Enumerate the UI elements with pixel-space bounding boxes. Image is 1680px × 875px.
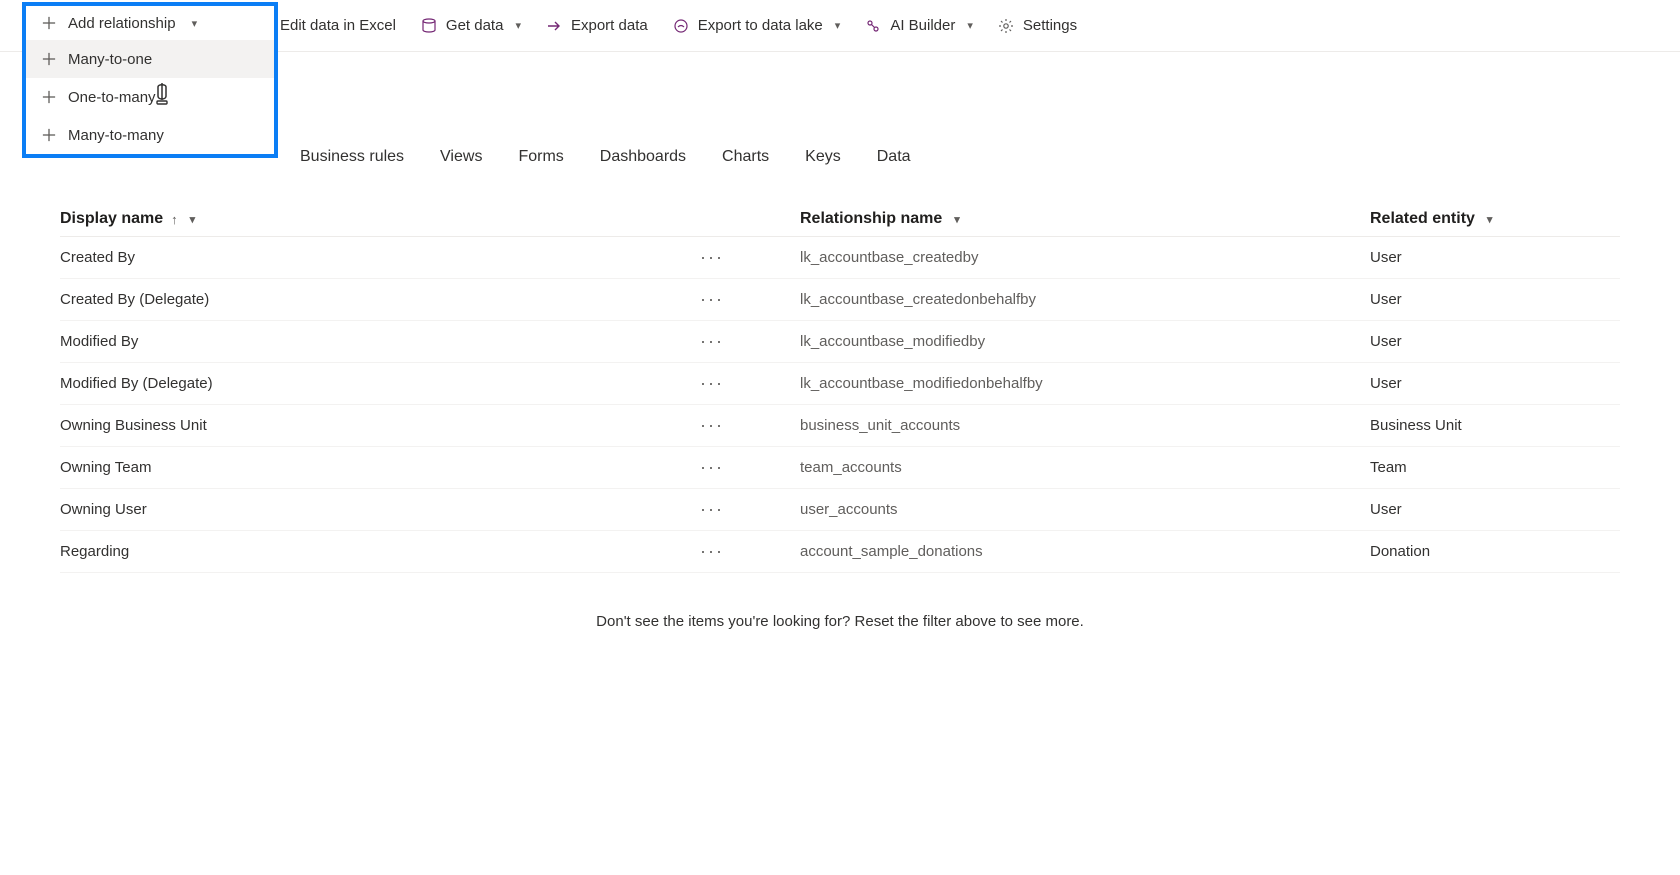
- cell-related-entity: Donation: [1370, 543, 1620, 560]
- cell-display-name: Owning User: [60, 501, 700, 518]
- tab-data[interactable]: Data: [877, 148, 911, 166]
- cell-related-entity: User: [1370, 291, 1620, 308]
- cell-related-entity: User: [1370, 375, 1620, 392]
- get-data-button[interactable]: Get data ▾: [408, 11, 533, 41]
- tab-keys[interactable]: Keys: [805, 148, 841, 166]
- cell-display-name: Owning Business Unit: [60, 417, 700, 434]
- table-row[interactable]: Modified By (Delegate)···lk_accountbase_…: [60, 363, 1620, 405]
- table-header: Display name ↑ ▾ Relationship name ▾ Rel…: [60, 202, 1620, 237]
- cell-display-name: Modified By: [60, 333, 700, 350]
- cell-display-name: Regarding: [60, 543, 700, 560]
- table-row[interactable]: Modified By···lk_accountbase_modifiedbyU…: [60, 321, 1620, 363]
- row-more-icon[interactable]: ···: [700, 373, 800, 394]
- dropdown-item-label: Many-to-one: [68, 51, 152, 68]
- add-relationship-label: Add relationship: [68, 15, 176, 32]
- sort-asc-icon: ↑: [171, 212, 178, 227]
- table-row[interactable]: Created By (Delegate)···lk_accountbase_c…: [60, 279, 1620, 321]
- row-more-icon[interactable]: ···: [700, 415, 800, 436]
- export-icon: [545, 17, 563, 35]
- dropdown-item-one-to-many[interactable]: One-to-many: [26, 78, 274, 116]
- column-header-display-name[interactable]: Display name ↑ ▾: [60, 210, 800, 228]
- chevron-down-icon: ▾: [1487, 213, 1493, 226]
- cell-related-entity: Team: [1370, 459, 1620, 476]
- relationships-table: Display name ↑ ▾ Relationship name ▾ Rel…: [0, 202, 1680, 670]
- export-lake-label: Export to data lake: [698, 17, 823, 34]
- row-more-icon[interactable]: ···: [700, 457, 800, 478]
- row-more-icon[interactable]: ···: [700, 247, 800, 268]
- column-header-related-entity[interactable]: Related entity ▾: [1370, 210, 1620, 228]
- gear-icon: [997, 17, 1015, 35]
- filter-reset-message: Don't see the items you're looking for? …: [60, 573, 1620, 670]
- cell-relationship-name: lk_accountbase_modifiedby: [800, 333, 1370, 350]
- ai-builder-button[interactable]: AI Builder ▾: [852, 11, 985, 41]
- cell-related-entity: Business Unit: [1370, 417, 1620, 434]
- add-relationship-button[interactable]: Add relationship ▾: [26, 6, 274, 40]
- chevron-down-icon: ▾: [190, 213, 196, 226]
- cell-relationship-name: lk_accountbase_modifiedonbehalfby: [800, 375, 1370, 392]
- cell-display-name: Created By: [60, 249, 700, 266]
- cell-related-entity: User: [1370, 501, 1620, 518]
- data-lake-icon: [672, 17, 690, 35]
- cell-relationship-name: team_accounts: [800, 459, 1370, 476]
- edit-excel-label: Edit data in Excel: [280, 17, 396, 34]
- chevron-down-icon: ▾: [192, 17, 198, 30]
- export-data-button[interactable]: Export data: [533, 11, 660, 41]
- header-label: Display name: [60, 210, 163, 228]
- table-row[interactable]: Owning Business Unit···business_unit_acc…: [60, 405, 1620, 447]
- chevron-down-icon: ▾: [954, 213, 960, 226]
- cell-display-name: Created By (Delegate): [60, 291, 700, 308]
- plus-icon: [40, 14, 58, 32]
- ai-builder-label: AI Builder: [890, 17, 955, 34]
- plus-icon: [40, 50, 58, 68]
- settings-label: Settings: [1023, 17, 1077, 34]
- tab-charts[interactable]: Charts: [722, 148, 769, 166]
- dropdown-item-label: One-to-many: [68, 89, 156, 106]
- dropdown-item-many-to-one[interactable]: Many-to-one: [26, 40, 274, 78]
- header-label: Relationship name: [800, 210, 942, 228]
- table-row[interactable]: Created By···lk_accountbase_createdbyUse…: [60, 237, 1620, 279]
- row-more-icon[interactable]: ···: [700, 541, 800, 562]
- dropdown-item-label: Many-to-many: [68, 127, 164, 144]
- cell-related-entity: User: [1370, 249, 1620, 266]
- tab-views[interactable]: Views: [440, 148, 482, 166]
- cell-relationship-name: user_accounts: [800, 501, 1370, 518]
- cell-relationship-name: business_unit_accounts: [800, 417, 1370, 434]
- ai-builder-icon: [864, 17, 882, 35]
- chevron-down-icon: ▾: [967, 19, 973, 32]
- dropdown-item-many-to-many[interactable]: Many-to-many: [26, 116, 274, 154]
- chevron-down-icon: ▾: [835, 19, 841, 32]
- cell-display-name: Modified By (Delegate): [60, 375, 700, 392]
- header-label: Related entity: [1370, 210, 1475, 228]
- tab-business-rules[interactable]: Business rules: [300, 148, 404, 166]
- plus-icon: [40, 88, 58, 106]
- cell-relationship-name: lk_accountbase_createdonbehalfby: [800, 291, 1370, 308]
- table-row[interactable]: Owning User···user_accountsUser: [60, 489, 1620, 531]
- cell-relationship-name: account_sample_donations: [800, 543, 1370, 560]
- chevron-down-icon: ▾: [515, 19, 521, 32]
- row-more-icon[interactable]: ···: [700, 289, 800, 310]
- cell-display-name: Owning Team: [60, 459, 700, 476]
- plus-icon: [40, 126, 58, 144]
- database-icon: [420, 17, 438, 35]
- command-toolbar: Add relationship ▾ Many-to-one One-to-ma…: [0, 0, 1680, 52]
- column-header-relationship-name[interactable]: Relationship name ▾: [800, 210, 1370, 228]
- export-to-data-lake-button[interactable]: Export to data lake ▾: [660, 11, 853, 41]
- tab-dashboards[interactable]: Dashboards: [600, 148, 686, 166]
- cell-relationship-name: lk_accountbase_createdby: [800, 249, 1370, 266]
- cell-related-entity: User: [1370, 333, 1620, 350]
- row-more-icon[interactable]: ···: [700, 331, 800, 352]
- export-data-label: Export data: [571, 17, 648, 34]
- table-row[interactable]: Owning Team···team_accountsTeam: [60, 447, 1620, 489]
- row-more-icon[interactable]: ···: [700, 499, 800, 520]
- add-relationship-dropdown: Add relationship ▾ Many-to-one One-to-ma…: [22, 2, 278, 158]
- table-row[interactable]: Regarding···account_sample_donationsDona…: [60, 531, 1620, 573]
- tab-forms[interactable]: Forms: [518, 148, 563, 166]
- get-data-label: Get data: [446, 17, 504, 34]
- settings-button[interactable]: Settings: [985, 11, 1089, 41]
